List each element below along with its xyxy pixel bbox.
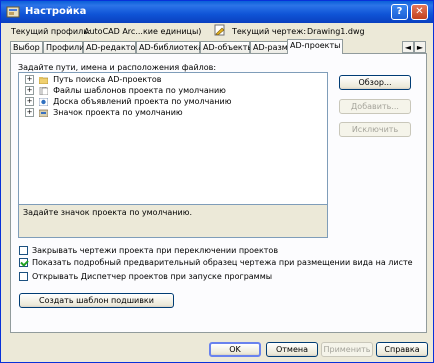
checkbox-label: Открывать Диспетчер проектов при запуске… <box>32 272 273 281</box>
tab-profiles[interactable]: Профили <box>43 41 84 53</box>
tree-item-bulletin-board[interactable]: + Доска объявлений проекта по умолчанию <box>25 96 231 107</box>
tab-ad-projects[interactable]: AD-проекты <box>287 39 343 54</box>
ok-button[interactable]: OK <box>209 342 261 357</box>
tree-item-label: Значок проекта по умолчанию <box>53 108 183 117</box>
drawing-icon <box>214 24 225 36</box>
expand-icon[interactable]: + <box>25 86 34 95</box>
show-preview-option[interactable]: Показать подробный предварительный образ… <box>19 257 413 268</box>
template-files-icon <box>39 86 48 95</box>
tab-selection[interactable]: Выбор <box>10 41 43 53</box>
cancel-button[interactable]: Отмена <box>266 342 318 357</box>
app-icon <box>6 6 20 18</box>
paths-tree[interactable]: + Путь поиска AD-проектов + Файлы шаблон… <box>18 72 328 205</box>
create-sheet-template-button[interactable]: Создать шаблон подшивки <box>19 293 174 308</box>
expand-icon[interactable]: + <box>25 75 34 84</box>
expand-icon[interactable]: + <box>25 97 34 106</box>
folder-icon <box>38 76 48 84</box>
drawing-label: Текущий чертеж: <box>232 27 307 36</box>
profile-value: AutoCAD Arc...кие единицы) <box>84 27 202 36</box>
tree-item-label: Доска объявлений проекта по умолчанию <box>53 97 232 106</box>
tree-item-project-icon[interactable]: + Значок проекта по умолчанию <box>25 107 183 118</box>
profile-label: Текущий профиль: <box>11 27 91 36</box>
tree-item-template-files[interactable]: + Файлы шаблонов проекта по умолчанию <box>25 85 226 96</box>
tree-item-label: Файлы шаблонов проекта по умолчанию <box>53 86 226 95</box>
tree-item-search-path[interactable]: + Путь поиска AD-проектов <box>25 74 162 85</box>
open-project-manager-checkbox[interactable] <box>19 272 28 281</box>
open-project-manager-option[interactable]: Открывать Диспетчер проектов при запуске… <box>19 271 272 282</box>
help-button[interactable]: Справка <box>376 342 428 357</box>
description-box: Задайте значок проекта по умолчанию. <box>18 205 328 238</box>
show-preview-checkbox[interactable] <box>19 258 28 267</box>
window-title: Настройка <box>25 6 87 17</box>
tab-scroll-left-icon[interactable]: ◄ <box>402 41 414 53</box>
expand-icon[interactable]: + <box>25 108 34 117</box>
tab-scroll-right-icon[interactable]: ► <box>414 41 426 53</box>
tab-ad-editor[interactable]: AD-редактор <box>83 41 140 53</box>
close-drawings-checkbox[interactable] <box>19 246 28 255</box>
close-button[interactable]: ✕ <box>411 4 428 20</box>
paths-label: Задайте пути, имена и расположения файло… <box>18 63 217 72</box>
drawing-value: Drawing1.dwg <box>307 27 365 36</box>
checkbox-label: Закрывать чертежи проекта при переключен… <box>32 246 279 255</box>
options-dialog: Настройка ? ✕ Текущий профиль: AutoCAD A… <box>0 0 434 363</box>
project-icon <box>38 109 48 117</box>
close-drawings-option[interactable]: Закрывать чертежи проекта при переключен… <box>19 245 278 256</box>
help-title-button[interactable]: ? <box>391 4 408 20</box>
tab-ad-library[interactable]: AD-библиотека <box>136 41 203 53</box>
add-button[interactable]: Добавить... <box>339 99 411 114</box>
bulletin-board-icon <box>38 97 48 106</box>
tab-ad-objects[interactable]: AD-объекты <box>200 41 254 53</box>
description-text: Задайте значок проекта по умолчанию. <box>23 208 193 217</box>
remove-button[interactable]: Исключить <box>339 122 411 137</box>
title-bar[interactable]: Настройка ? ✕ <box>1 1 433 23</box>
apply-button[interactable]: Применить <box>321 342 373 357</box>
browse-button[interactable]: Обзор... <box>339 75 411 90</box>
tree-item-label: Путь поиска AD-проектов <box>53 75 162 84</box>
checkbox-label: Показать подробный предварительный образ… <box>32 258 413 267</box>
